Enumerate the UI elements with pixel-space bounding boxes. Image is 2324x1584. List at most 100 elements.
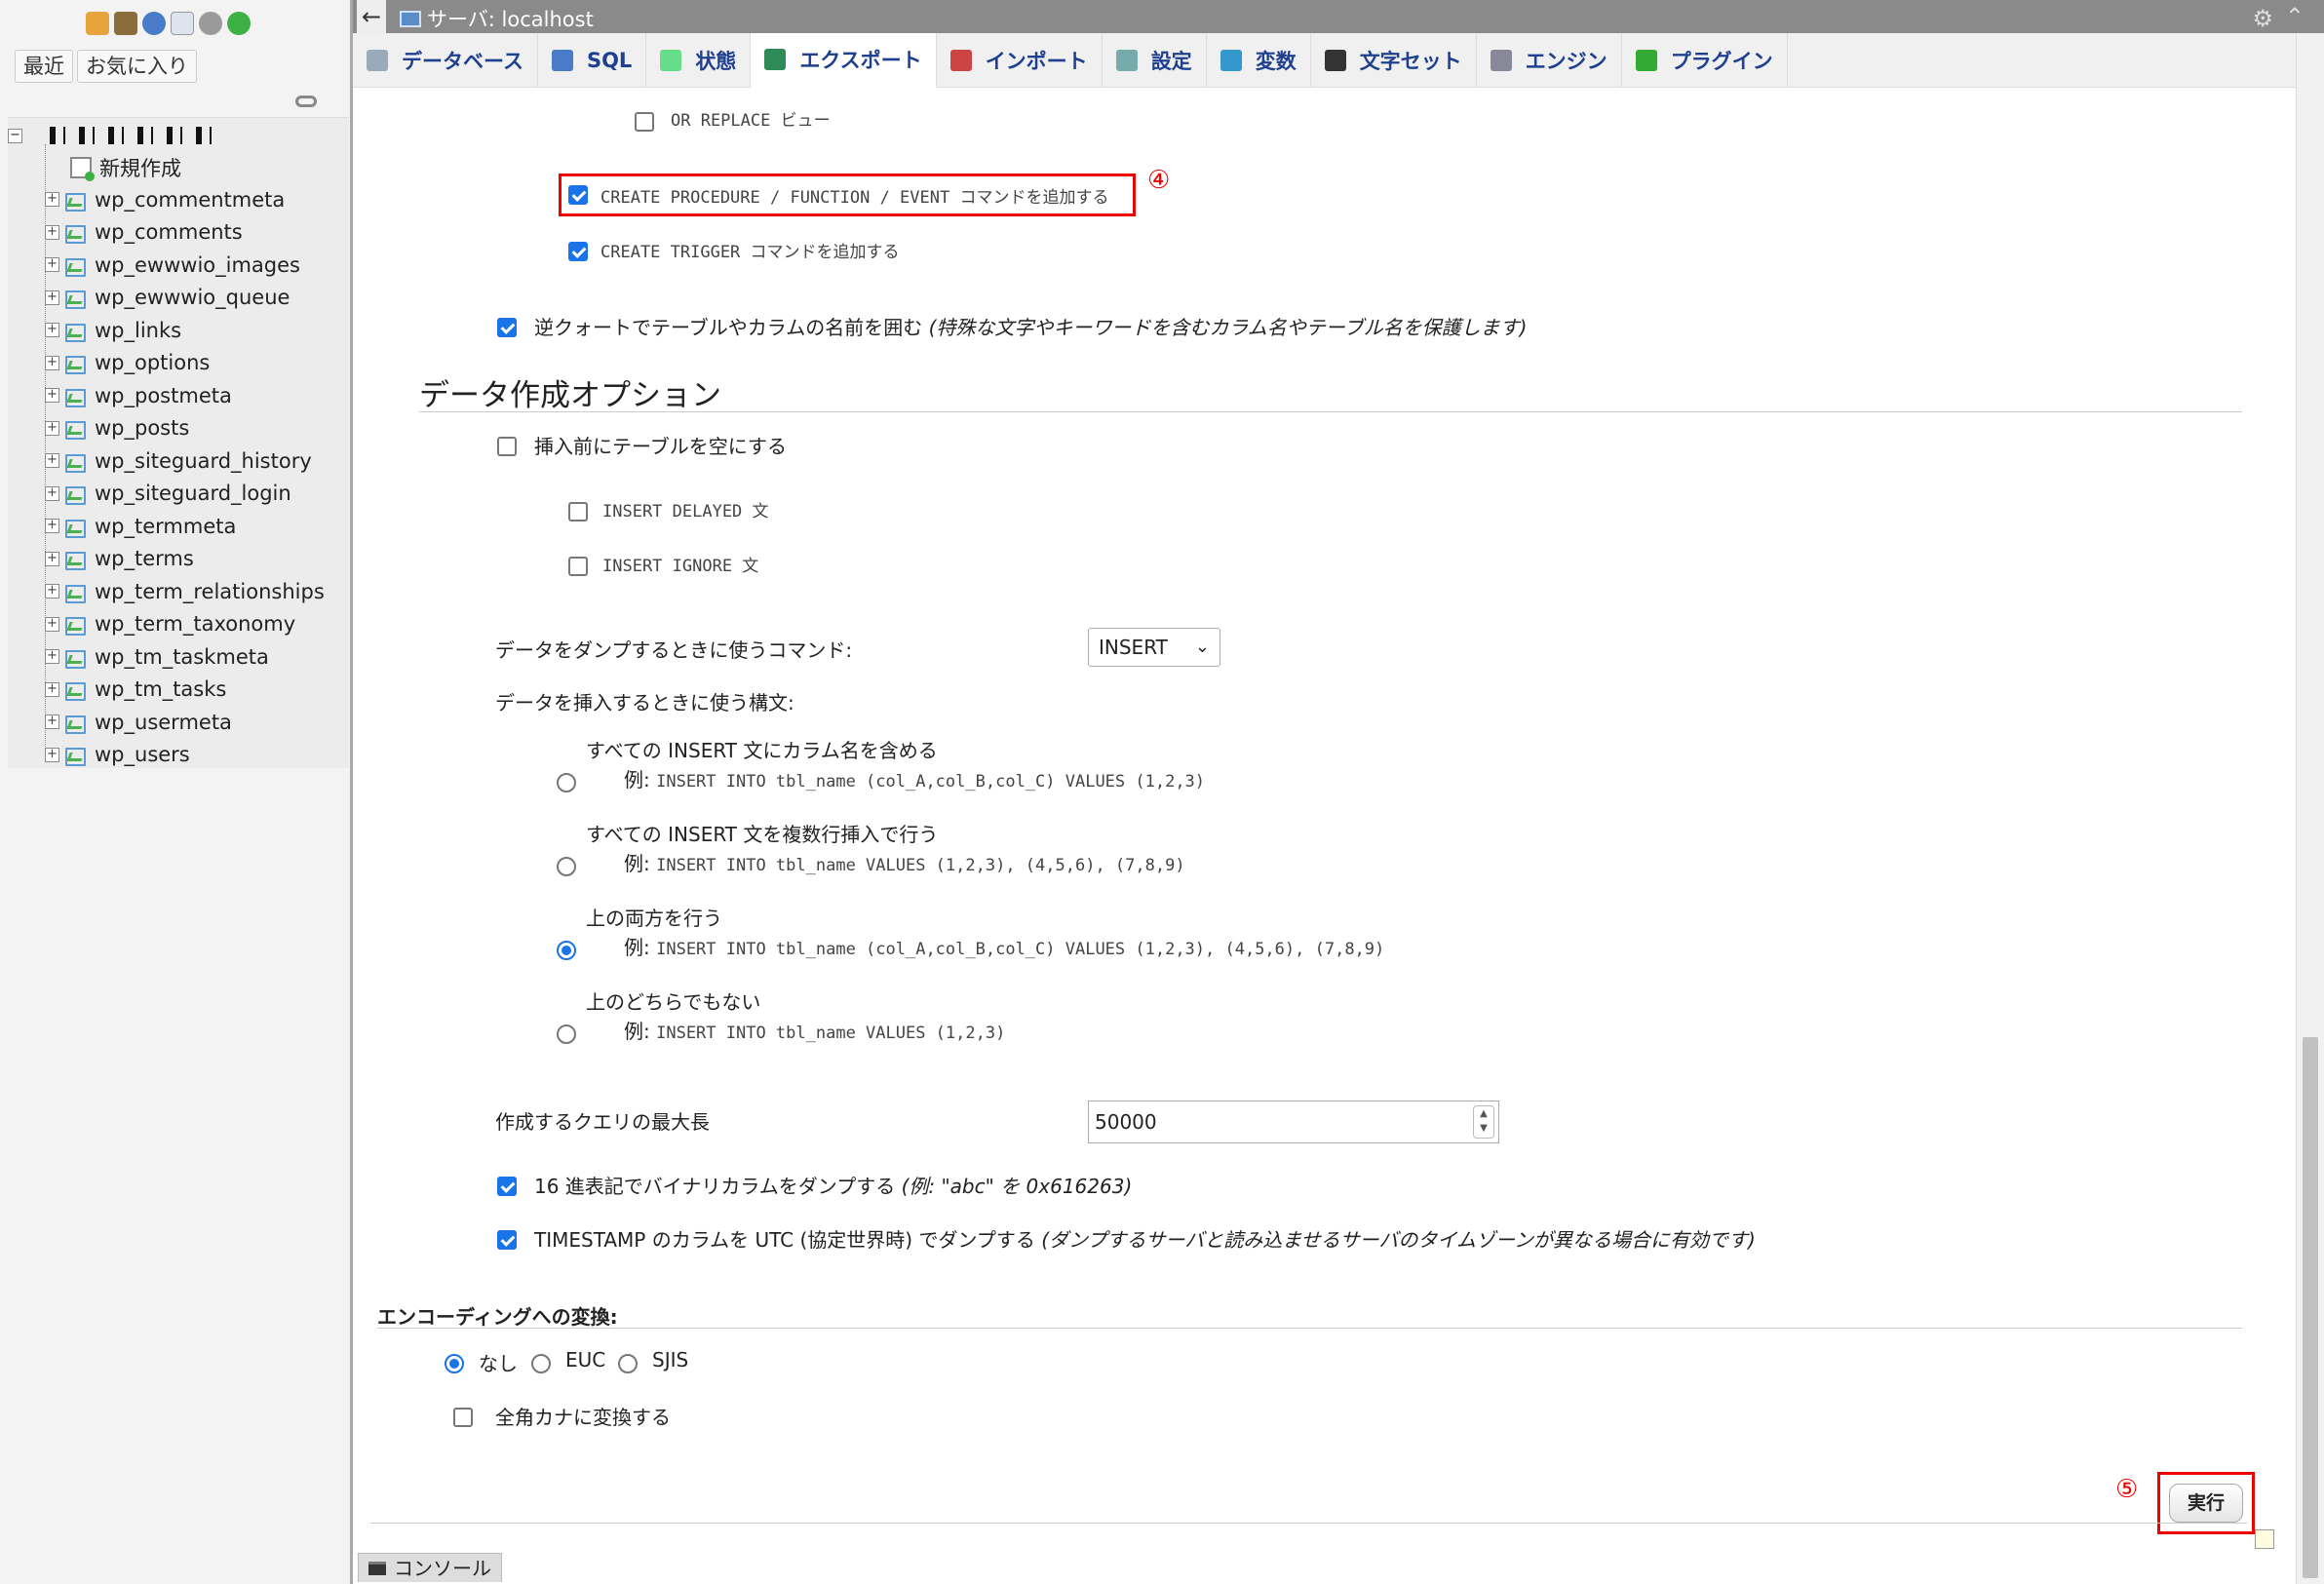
tab-database[interactable]: データベース: [353, 33, 538, 88]
tree-item-table[interactable]: + wp_usermeta: [45, 706, 232, 738]
tree-item-table[interactable]: + wp_links: [45, 314, 181, 346]
encoding-euc-radio[interactable]: [531, 1354, 551, 1373]
expand-icon[interactable]: +: [45, 715, 59, 729]
page-scrollbar[interactable]: [2296, 33, 2324, 1584]
charset-icon: [1324, 50, 1346, 71]
tab-label: 状態: [695, 50, 737, 73]
note-icon[interactable]: [2255, 1529, 2274, 1549]
expand-icon[interactable]: +: [45, 388, 59, 403]
collapse-icon[interactable]: −: [8, 128, 22, 143]
expand-icon[interactable]: +: [45, 257, 59, 272]
tab-engine[interactable]: エンジン: [1477, 33, 1622, 88]
utc-checkbox[interactable]: [497, 1230, 517, 1250]
server-breadcrumb[interactable]: サーバ: localhost: [400, 4, 594, 33]
tree-item-table[interactable]: + wp_termmeta: [45, 510, 236, 542]
tab-label: エンジン: [1525, 50, 1607, 73]
tree-item-table[interactable]: + wp_term_taxonomy: [45, 608, 295, 640]
tab-export[interactable]: エクスポート: [751, 33, 937, 88]
backquote-checkbox[interactable]: [497, 318, 517, 337]
expand-icon[interactable]: +: [45, 355, 59, 370]
tab-import[interactable]: インポート: [937, 33, 1103, 88]
main-tab-bar: データベース SQL 状態 エクスポート インポート 設定 変数 文字セット エンジン プラグイン: [353, 33, 2324, 88]
tree-item-table[interactable]: + wp_term_relationships: [45, 575, 325, 607]
tree-item-table[interactable]: + wp_postmeta: [45, 379, 232, 411]
help-icon[interactable]: [142, 12, 166, 35]
expand-icon[interactable]: +: [45, 224, 59, 240]
divider: [419, 411, 2242, 412]
tree-item-new[interactable]: 新規作成: [70, 151, 181, 183]
tree-item-table[interactable]: + wp_ewwwio_images: [45, 249, 300, 281]
scrollbar-thumb[interactable]: [2303, 1037, 2318, 1578]
create-procedure-checkbox[interactable]: [568, 185, 588, 205]
tab-plugin[interactable]: プラグイン: [1622, 33, 1788, 88]
dump-command-select[interactable]: INSERT ⌄: [1088, 628, 1220, 667]
nav-tab-favorites[interactable]: お気に入り: [77, 50, 197, 83]
insert-ignore-checkbox[interactable]: [568, 557, 588, 576]
expand-icon[interactable]: +: [45, 290, 59, 305]
expand-icon[interactable]: +: [45, 681, 59, 697]
tree-item-table[interactable]: + wp_siteguard_login: [45, 478, 291, 510]
tree-item-table[interactable]: + wp_ewwwio_queue: [45, 282, 290, 314]
expand-icon[interactable]: +: [45, 420, 59, 436]
syntax-option-radio[interactable]: [557, 1024, 576, 1044]
table-icon: [65, 354, 86, 374]
back-arrow-icon[interactable]: ←: [357, 0, 386, 33]
tab-status[interactable]: 状態: [646, 33, 752, 88]
console-tab[interactable]: コンソール: [358, 1553, 502, 1582]
tree-item-table[interactable]: + wp_terms: [45, 543, 194, 575]
go-button[interactable]: 実行: [2169, 1484, 2243, 1523]
number-spinner-icon[interactable]: ▲ ▼: [1473, 1105, 1494, 1139]
expand-icon[interactable]: +: [45, 323, 59, 337]
or-replace-label: OR REPLACE ビュー: [671, 111, 831, 131]
hex-checkbox[interactable]: [497, 1177, 517, 1196]
syntax-option-radio[interactable]: [557, 773, 576, 792]
settings-icon[interactable]: [199, 12, 222, 35]
kana-checkbox[interactable]: [453, 1408, 473, 1427]
expand-icon[interactable]: +: [45, 485, 59, 501]
tree-item-table[interactable]: + wp_users: [45, 739, 190, 771]
tree-item-table[interactable]: + wp_posts: [45, 412, 189, 444]
tree-item-table[interactable]: + wp_tm_taskmeta: [45, 640, 269, 673]
expand-icon[interactable]: +: [45, 584, 59, 599]
tree-item-table[interactable]: + wp_siteguard_history: [45, 444, 312, 477]
database-node[interactable]: −: [8, 121, 225, 150]
tree-item-table[interactable]: + wp_comments: [45, 216, 243, 249]
expand-icon[interactable]: +: [45, 453, 59, 468]
tree-item-table[interactable]: + wp_options: [45, 347, 210, 379]
tab-variables[interactable]: 変数: [1207, 33, 1311, 88]
gear-icon[interactable]: ⚙: [2252, 5, 2273, 32]
logout-icon[interactable]: [114, 12, 137, 35]
tab-charset[interactable]: 文字セット: [1311, 33, 1477, 88]
table-name: wp_siteguard_history: [95, 448, 312, 473]
tree-item-table[interactable]: + wp_tm_tasks: [45, 674, 226, 706]
or-replace-checkbox[interactable]: [635, 112, 654, 132]
insert-delayed-checkbox[interactable]: [568, 502, 588, 522]
expand-icon[interactable]: +: [45, 649, 59, 664]
syntax-option-radio[interactable]: [557, 941, 576, 960]
create-trigger-checkbox[interactable]: [568, 242, 588, 261]
expand-icon[interactable]: +: [45, 192, 59, 207]
tab-sql[interactable]: SQL: [538, 33, 647, 88]
collapse-up-icon[interactable]: ⌃: [2285, 3, 2305, 30]
nav-tab-recent[interactable]: 最近: [15, 50, 73, 83]
table-icon: [65, 223, 86, 244]
table-name: wp_links: [95, 318, 182, 342]
expand-icon[interactable]: +: [45, 519, 59, 533]
home-icon[interactable]: [86, 12, 109, 35]
syntax-option-radio[interactable]: [557, 857, 576, 876]
backquote-label: 逆クォートでテーブルやカラムの名前を囲む (特殊な文字やキーワードを含むカラム名…: [534, 312, 1527, 340]
expand-icon[interactable]: +: [45, 616, 59, 632]
table-icon: [65, 419, 86, 440]
max-query-input[interactable]: 50000 ▲ ▼: [1088, 1101, 1499, 1143]
truncate-checkbox[interactable]: [497, 437, 517, 456]
encoding-sjis-radio[interactable]: [618, 1354, 638, 1373]
expand-icon[interactable]: +: [45, 747, 59, 762]
docs-icon[interactable]: [171, 12, 194, 35]
link-icon[interactable]: [295, 96, 317, 107]
tab-settings[interactable]: 設定: [1103, 33, 1207, 88]
expand-icon[interactable]: +: [45, 551, 59, 566]
table-name: wp_siteguard_login: [95, 482, 291, 505]
tree-item-table[interactable]: + wp_commentmeta: [45, 183, 285, 215]
reload-icon[interactable]: [227, 12, 251, 35]
encoding-none-radio[interactable]: [445, 1354, 464, 1373]
